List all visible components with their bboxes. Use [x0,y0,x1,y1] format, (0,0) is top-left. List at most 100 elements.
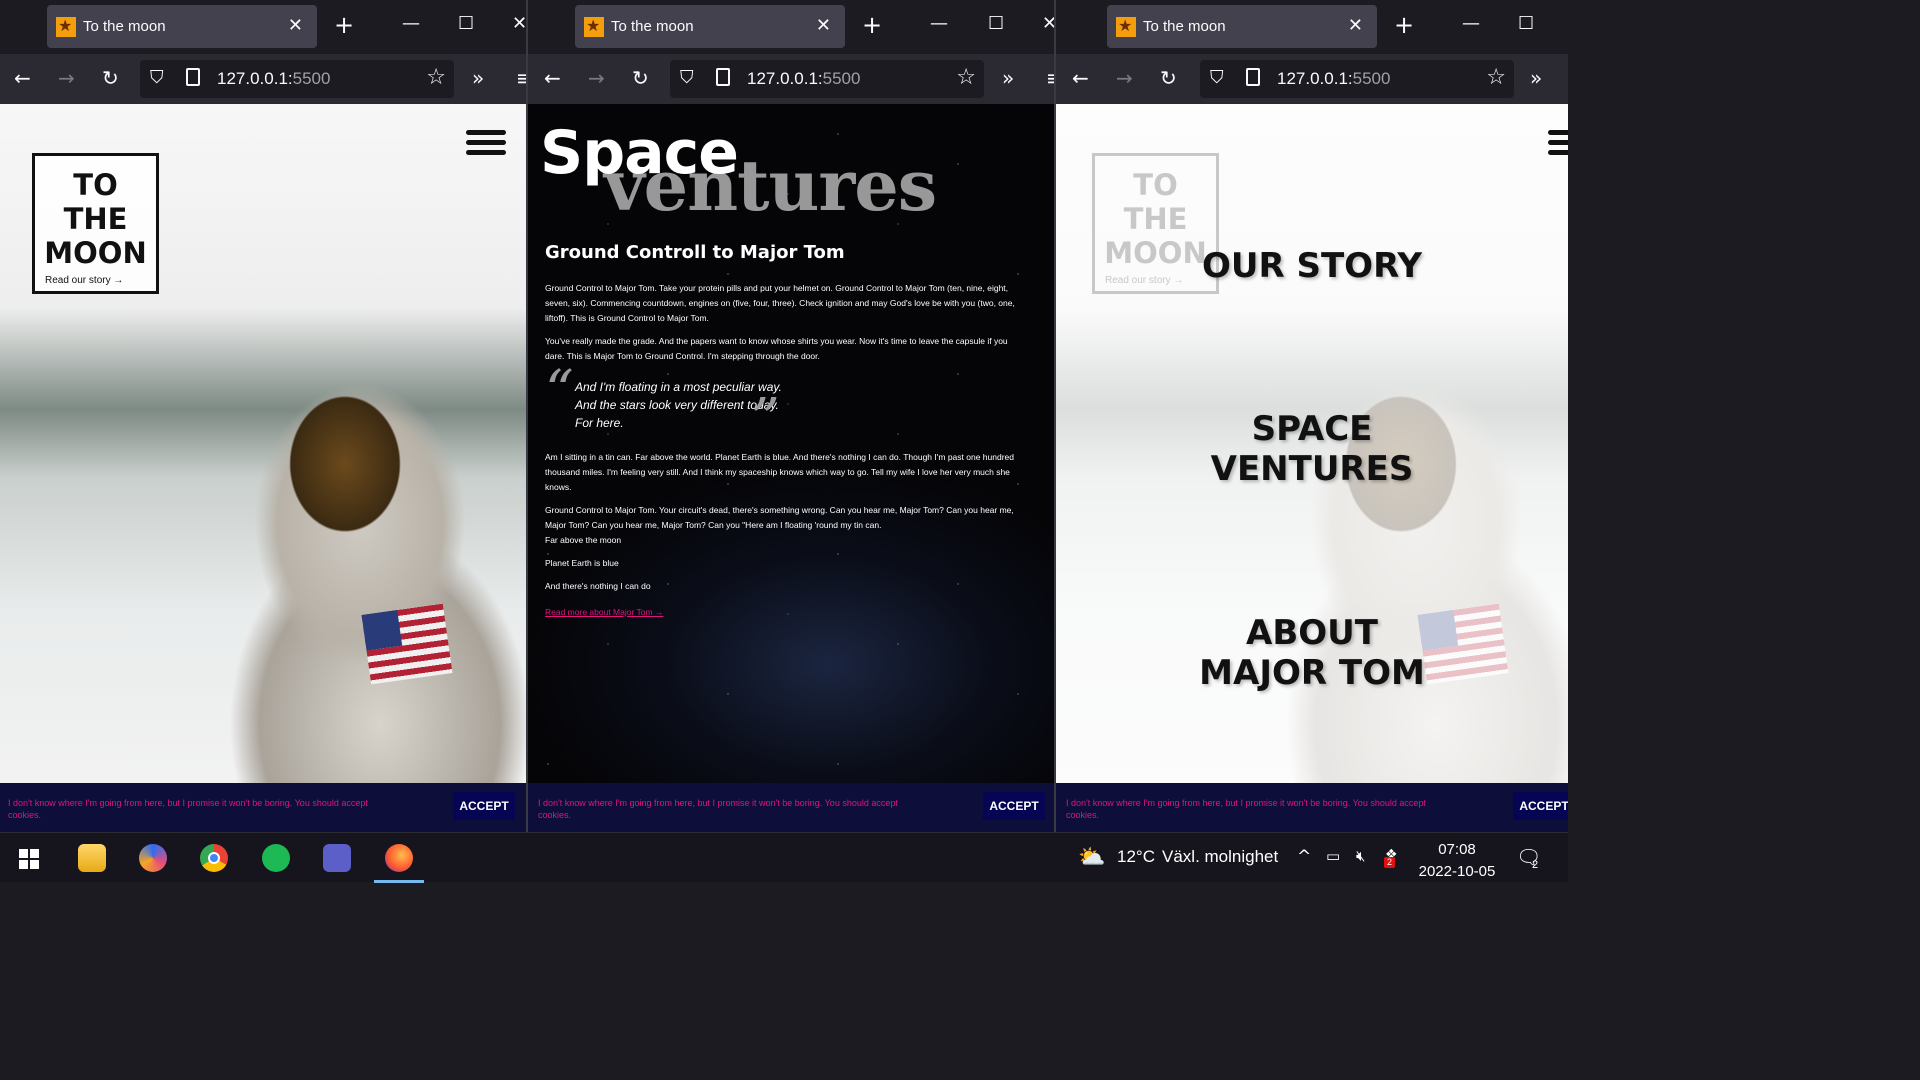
new-tab-button[interactable]: + [862,13,882,37]
browser-tab[interactable]: To the moon ✕ [1107,5,1377,48]
article: Ground Controll to Major Tom Ground Cont… [545,242,1015,620]
maximize-button[interactable]: ☐ [1518,13,1534,34]
active-app-indicator [374,880,424,883]
quote-line: And I'm floating in a most peculiar way. [575,380,782,394]
cookie-banner: I don't know where I'm going from here, … [0,783,526,832]
read-our-story-link[interactable]: Read our story → [45,275,123,286]
reload-button[interactable]: ↻ [632,66,649,90]
clock[interactable]: 07:08 2022-10-05 [1412,839,1502,883]
battery-icon[interactable]: ▭ [1326,847,1340,865]
overflow-chevron-icon[interactable]: » [472,66,484,90]
minimize-button[interactable]: — [930,13,948,34]
close-window-button[interactable]: ✕ [1042,13,1054,34]
article-title: Ground Controll to Major Tom [545,242,845,263]
article-paragraph: You've really made the grade. And the pa… [545,336,1008,361]
logo-box[interactable]: TO THE MOON Read our story → [32,153,159,294]
browser-tab[interactable]: To the moon ✕ [47,5,317,48]
bookmark-star-icon[interactable]: ☆ [956,65,976,90]
close-tab-icon[interactable]: ✕ [816,15,831,36]
forward-button[interactable]: → [58,66,75,90]
desktop-screen: To the moon ✕ + — ☐ ✕ ← → ↻ ⛉ 127.0.0.1:… [0,0,1568,883]
browser-app-icon[interactable] [139,844,167,872]
maximize-button[interactable]: ☐ [458,13,474,34]
chevron-up-icon[interactable]: ^ [1297,847,1311,867]
open-quote-icon: “ [545,359,574,424]
nav-toolbar: ← → ↻ ⛉ 127.0.0.1:5500 ☆ » [1056,54,1568,104]
cookie-text: I don't know where I'm going from here, … [538,798,898,820]
file-explorer-icon[interactable] [78,844,106,872]
star-favicon-icon [1116,16,1136,37]
url-text: 127.0.0.1:5500 [747,69,861,88]
hamburger-menu-icon[interactable] [466,130,506,156]
page-icon [186,68,200,86]
browser-tab[interactable]: To the moon ✕ [575,5,845,48]
weather-cloud-icon[interactable]: ⛅ [1078,844,1105,870]
shield-icon[interactable]: ⛉ [680,67,694,88]
back-button[interactable]: ← [544,66,561,90]
volume-muted-icon[interactable]: 🔇︎ [1356,847,1365,865]
address-bar[interactable]: ⛉ 127.0.0.1:5500 ☆ [670,60,984,98]
overflow-chevron-icon[interactable]: » [1530,66,1542,90]
bookmark-star-icon[interactable]: ☆ [1486,65,1506,90]
close-tab-icon[interactable]: ✕ [1348,15,1363,36]
nav-item-space-ventures[interactable]: SPACE VENTURES [1056,409,1568,489]
reload-button[interactable]: ↻ [102,66,119,90]
new-tab-button[interactable]: + [1394,13,1414,37]
minimize-button[interactable]: — [1462,13,1480,34]
article-paragraph: Far above the moon [545,535,622,545]
spotify-icon[interactable] [262,844,290,872]
shield-icon[interactable]: ⛉ [150,67,164,88]
windows-start-icon[interactable] [19,849,39,869]
url-text: 127.0.0.1:5500 [1277,69,1391,88]
tray-badge: 2 [1384,857,1395,868]
close-window-button[interactable]: ✕ [512,13,526,34]
back-button[interactable]: ← [14,66,31,90]
overflow-chevron-icon[interactable]: » [1002,66,1014,90]
shield-icon[interactable]: ⛉ [1210,67,1224,88]
chrome-icon[interactable] [200,844,228,872]
browser-window-2: To the moon ✕ + — ☐ ✕ ← → ↻ ⛉ 127.0.0.1:… [528,0,1054,832]
menu-icon[interactable]: ≡ [1046,66,1054,90]
read-more-link[interactable]: Read more about Major Tom → [545,607,663,617]
article-paragraph: Planet Earth is blue [545,558,619,568]
accept-cookies-button[interactable]: ACCEPT [983,792,1045,820]
back-button[interactable]: ← [1072,66,1089,90]
reload-button[interactable]: ↻ [1160,66,1177,90]
address-bar[interactable]: ⛉ 127.0.0.1:5500 ☆ [1200,60,1514,98]
cookie-banner: I don't know where I'm going from here, … [528,783,1054,832]
bookmark-star-icon[interactable]: ☆ [426,65,446,90]
page-viewport: TO THE MOON Read our story → OUR STORY S… [1056,104,1568,783]
weather-text[interactable]: Växl. molnighet [1162,847,1278,867]
menu-icon[interactable]: ≡ [516,66,526,90]
tab-title: To the moon [1143,18,1226,35]
nav-item-our-story[interactable]: OUR STORY [1056,246,1568,286]
notification-count: 2 [1532,859,1539,871]
accept-cookies-button[interactable]: ACCEPT [453,792,515,820]
cookie-text: I don't know where I'm going from here, … [1066,798,1426,820]
address-bar[interactable]: ⛉ 127.0.0.1:5500 ☆ [140,60,454,98]
flag-patch [361,603,453,685]
tab-bar: To the moon ✕ + — ☐ [1056,0,1568,54]
temperature[interactable]: 12°C [1117,847,1155,867]
nav-toolbar: ← → ↻ ⛉ 127.0.0.1:5500 ☆ » ≡ [528,54,1054,104]
clock-time: 07:08 [1438,841,1476,858]
tab-bar: To the moon ✕ + — ☐ ✕ [0,0,526,54]
article-paragraph: Ground Control to Major Tom. Take your p… [545,283,1015,323]
forward-button[interactable]: → [1116,66,1133,90]
forward-button[interactable]: → [588,66,605,90]
heading-space: Space [540,118,739,188]
accept-cookies-button[interactable]: ACCEPT [1513,792,1568,820]
teams-icon[interactable] [323,844,351,872]
article-paragraph: And there's nothing I can do [545,581,651,591]
minimize-button[interactable]: — [402,13,420,34]
page-viewport: TO THE MOON Read our story → [0,104,526,783]
quote-line: And the stars look very different today. [575,398,779,412]
close-tab-icon[interactable]: ✕ [288,15,303,36]
hamburger-menu-icon[interactable] [1548,130,1568,156]
new-tab-button[interactable]: + [334,13,354,37]
firefox-icon[interactable] [385,844,413,872]
star-favicon-icon [56,16,76,37]
cookie-banner: I don't know where I'm going from here, … [1056,783,1568,832]
maximize-button[interactable]: ☐ [988,13,1004,34]
nav-item-about-major-tom[interactable]: ABOUT MAJOR TOM [1056,613,1568,693]
